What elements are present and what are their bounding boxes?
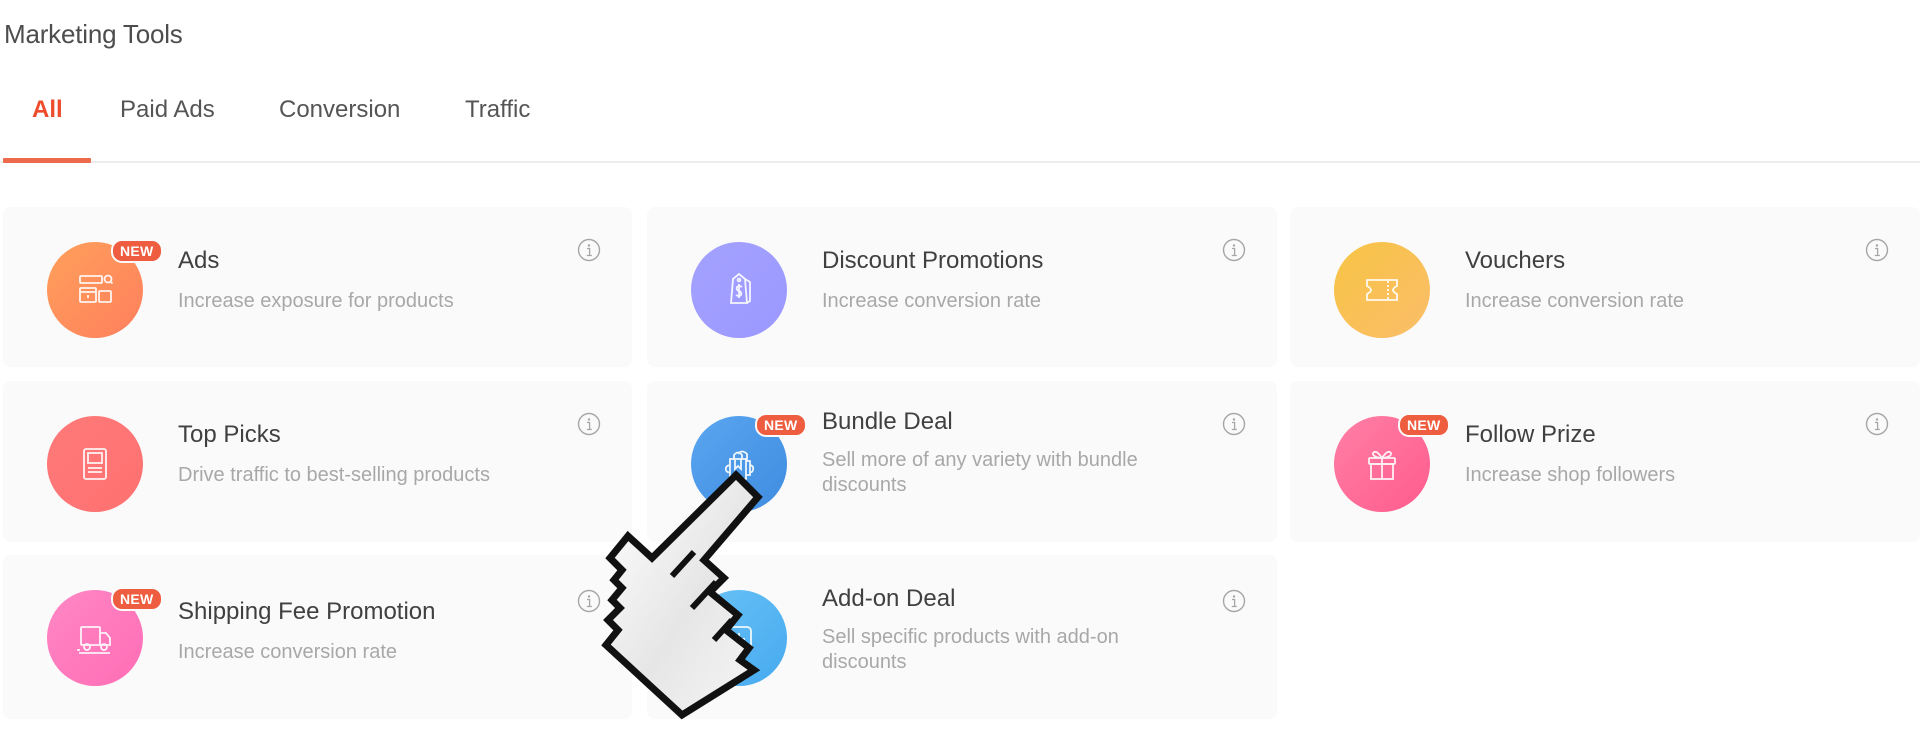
new-badge: NEW xyxy=(111,587,163,611)
price-tag-icon xyxy=(730,272,751,304)
info-icon[interactable] xyxy=(577,412,601,436)
tool-description: Sell more of any variety with bundle dis… xyxy=(822,449,1138,496)
tool-icon-circle xyxy=(47,416,143,512)
tool-description: Drive traffic to best-selling products xyxy=(178,464,490,486)
tool-description: Increase conversion rate xyxy=(822,290,1042,312)
tool-title: Bundle Deal xyxy=(822,408,953,435)
tool-title: Discount Promotions xyxy=(822,247,1044,274)
tool-title: Add-on Deal xyxy=(822,585,956,612)
gift-icon xyxy=(1368,450,1396,480)
info-icon[interactable] xyxy=(1222,238,1246,262)
new-badge: NEW xyxy=(755,413,807,437)
info-icon[interactable] xyxy=(1222,589,1246,613)
tabs-divider xyxy=(0,161,1920,163)
info-icon[interactable] xyxy=(1222,412,1246,436)
info-icon[interactable] xyxy=(1865,238,1889,262)
top-picks-icon xyxy=(83,448,107,480)
tool-card-follow-prize[interactable]: NEW Follow Prize Increase shop followers xyxy=(1290,381,1920,542)
delivery-truck-icon xyxy=(77,626,111,654)
new-badge: NEW xyxy=(1398,413,1450,437)
page-title: Marketing Tools xyxy=(4,19,183,49)
tool-description: Increase shop followers xyxy=(1465,464,1676,486)
ads-icon xyxy=(79,274,114,303)
tool-card-shipping-fee-promotion[interactable]: NEW Shipping Fee Promotion Increase conv… xyxy=(3,555,632,719)
tab-paid-ads[interactable]: Paid Ads xyxy=(120,96,215,124)
tool-icon-circle xyxy=(691,590,787,686)
new-badge: NEW xyxy=(111,239,163,263)
tool-card-bundle-deal[interactable]: NEW Bundle Deal Sell more of any variety… xyxy=(647,381,1277,542)
add-on-icon xyxy=(726,626,752,652)
tab-conversion[interactable]: Conversion xyxy=(279,96,400,124)
tab-bar: All Paid Ads Conversion Traffic xyxy=(0,88,1920,164)
tool-card-add-on-deal[interactable]: Add-on Deal Sell specific products with … xyxy=(647,555,1277,719)
tool-description: Increase exposure for products xyxy=(178,290,454,312)
tool-description: Increase conversion rate xyxy=(1465,290,1685,312)
info-icon[interactable] xyxy=(577,238,601,262)
tab-traffic[interactable]: Traffic xyxy=(465,96,530,124)
active-tab-indicator xyxy=(3,158,91,163)
shopping-bags-icon xyxy=(724,450,755,480)
info-icon[interactable] xyxy=(1865,412,1889,436)
tool-icon-circle xyxy=(1334,242,1430,338)
tool-title: Follow Prize xyxy=(1465,421,1596,448)
tool-card-ads[interactable]: NEW Ads Increase exposure for products xyxy=(3,207,632,367)
tool-title: Vouchers xyxy=(1465,247,1566,274)
tool-icon-circle xyxy=(691,242,787,338)
tool-card-vouchers[interactable]: Vouchers Increase conversion rate xyxy=(1290,207,1920,367)
voucher-ticket-icon xyxy=(1366,279,1398,301)
tool-title: Top Picks xyxy=(178,421,281,448)
tool-title: Shipping Fee Promotion xyxy=(178,598,436,625)
tool-card-discount-promotions[interactable]: Discount Promotions Increase conversion … xyxy=(647,207,1277,367)
tool-title: Ads xyxy=(178,247,220,274)
tab-all[interactable]: All xyxy=(32,96,63,124)
tool-description: Increase conversion rate xyxy=(178,641,398,663)
tool-description: Sell specific products with add-on disco… xyxy=(822,626,1119,673)
info-icon[interactable] xyxy=(577,589,601,613)
tool-card-top-picks[interactable]: Top Picks Drive traffic to best-selling … xyxy=(3,381,632,542)
